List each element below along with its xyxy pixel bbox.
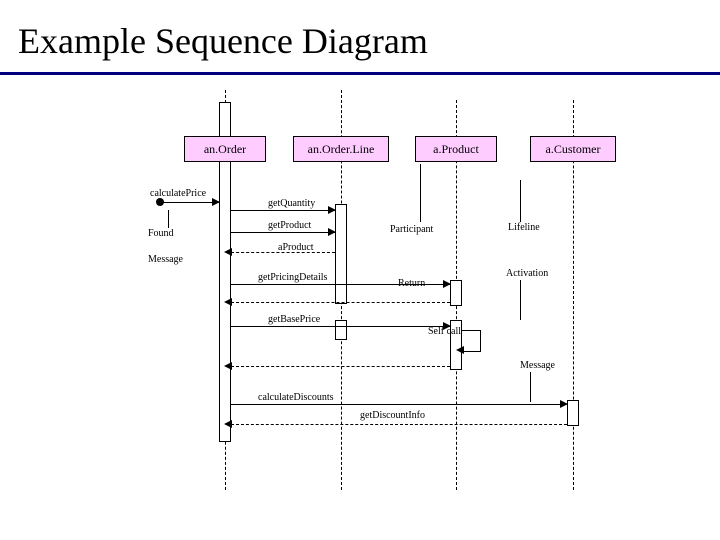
activation-product-1	[450, 280, 462, 306]
noteline-participant	[420, 164, 421, 222]
msg-return-customer	[231, 424, 567, 425]
arrow-getproduct	[328, 228, 336, 236]
label-getbaseprice: getBasePrice	[268, 314, 320, 325]
label-aproduct: aProduct	[278, 242, 314, 253]
label-calculateprice: calculatePrice	[150, 188, 206, 199]
label-getquantity: getQuantity	[268, 198, 315, 209]
msg-return-product	[231, 302, 450, 303]
label-getproduct: getProduct	[268, 220, 311, 231]
arrow-return-product	[224, 298, 232, 306]
activation-customer	[567, 400, 579, 426]
noteline-activation	[520, 280, 521, 320]
note-message-2: Message	[520, 360, 555, 371]
title-divider	[0, 72, 720, 75]
note-lifeline: Lifeline	[508, 222, 540, 233]
note-found: Found	[148, 228, 174, 239]
arrow-getquantity	[328, 206, 336, 214]
note-selfcall: Self call	[428, 326, 461, 337]
noteline-found	[168, 210, 169, 228]
participant-product: a.Product	[415, 136, 497, 162]
arrow-calculateprice	[212, 198, 220, 206]
arrow-selfcall-product	[456, 346, 464, 354]
activation-orderline-1	[335, 204, 347, 304]
arrow-aproduct	[224, 248, 232, 256]
arrow-return-baseprice	[224, 362, 232, 370]
msg-getbaseprice	[231, 326, 450, 327]
page-title: Example Sequence Diagram	[18, 20, 428, 62]
participant-order: an.Order	[184, 136, 266, 162]
participant-customer: a.Customer	[530, 136, 616, 162]
found-dot	[156, 198, 164, 206]
noteline-lifeline	[520, 180, 521, 222]
arrow-return-customer	[224, 420, 232, 428]
activation-orderline-2	[335, 320, 347, 340]
msg-getproduct	[231, 232, 335, 233]
note-message: Message	[148, 254, 183, 265]
participant-orderline: an.Order.Line	[293, 136, 389, 162]
self-call-product	[462, 330, 481, 352]
msg-return-baseprice	[231, 366, 450, 367]
msg-getquantity	[231, 210, 335, 211]
arrow-getpricingdetails	[443, 280, 451, 288]
msg-calculatediscounts	[231, 404, 567, 405]
label-getpricingdetails: getPricingDetails	[258, 272, 327, 283]
label-calculatediscounts: calculateDiscounts	[258, 392, 334, 403]
note-return: Return	[398, 278, 425, 289]
msg-calculateprice	[160, 202, 220, 203]
label-getdiscountinfo: getDiscountInfo	[360, 410, 425, 421]
note-activation: Activation	[506, 268, 548, 279]
note-participant: Participant	[390, 224, 433, 235]
noteline-message	[530, 372, 531, 402]
arrow-calculatediscounts	[560, 400, 568, 408]
